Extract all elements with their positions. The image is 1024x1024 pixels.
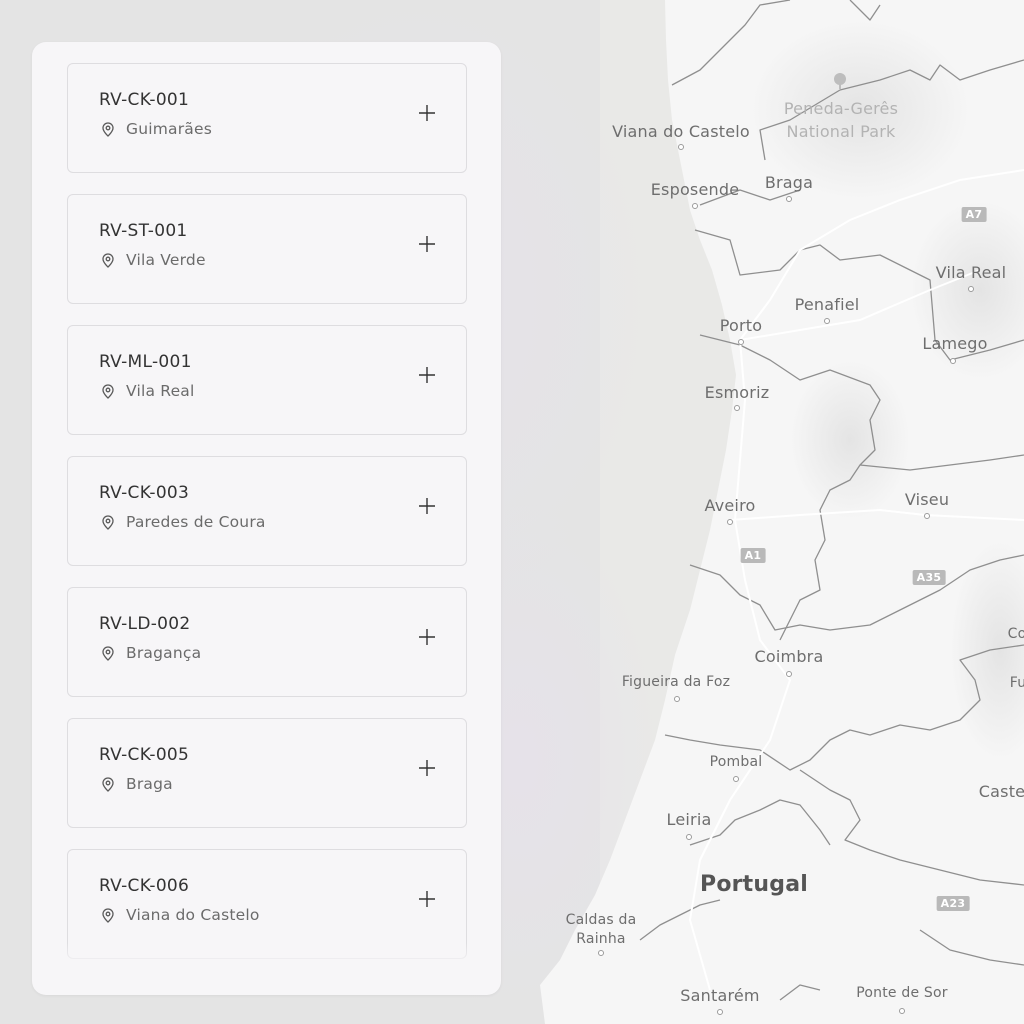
map-pin-icon — [102, 514, 114, 530]
map-label-penafiel: Penafiel — [794, 295, 860, 314]
map-label-caldas-line2: Rainha — [576, 931, 626, 947]
plus-icon[interactable] — [417, 103, 437, 123]
map-label-aveiro: Aveiro — [704, 496, 756, 515]
plus-icon[interactable] — [417, 627, 437, 647]
map-label-country: Portugal — [699, 872, 809, 897]
location-place-row: Vila Real — [102, 382, 195, 400]
city-marker — [733, 776, 739, 782]
location-place: Vila Verde — [126, 251, 206, 269]
locations-panel: RV-CK-001 Guimarães RV-ST-001 Vila Verde… — [32, 42, 501, 995]
location-place: Viana do Castelo — [126, 906, 260, 924]
map-label-co-partial: Co — [1007, 626, 1024, 642]
map-label-viana-do-castelo: Viana do Castelo — [612, 122, 750, 141]
location-place: Braga — [126, 775, 173, 793]
location-card[interactable]: RV-CK-005 Braga — [67, 718, 467, 828]
map-pin-icon — [102, 121, 114, 137]
city-marker — [598, 950, 604, 956]
road-shield-a7: A7 — [961, 207, 987, 222]
tree-icon — [832, 72, 848, 90]
map-label-caldas-line1: Caldas da — [565, 912, 637, 928]
map-label-viseu: Viseu — [904, 490, 950, 509]
city-marker — [786, 196, 792, 202]
map-pin-icon — [102, 776, 114, 792]
city-marker — [738, 339, 744, 345]
location-place: Bragança — [126, 644, 202, 662]
location-card[interactable]: RV-LD-002 Bragança — [67, 587, 467, 697]
city-marker — [717, 1009, 723, 1015]
location-card[interactable]: RV-ST-001 Vila Verde — [67, 194, 467, 304]
road-shield-a35: A35 — [912, 570, 946, 585]
terrain-shade — [790, 360, 910, 520]
map-label-lamego: Lamego — [922, 334, 988, 353]
location-id: RV-ML-001 — [99, 352, 192, 372]
map-view[interactable]: Viana do Castelo Peneda-Gerês National P… — [0, 0, 1024, 1024]
map-label-park-line2: National Park — [786, 122, 896, 141]
map-label-coimbra: Coimbra — [754, 647, 824, 666]
location-place-row: Paredes de Coura — [102, 513, 266, 531]
city-marker — [674, 696, 680, 702]
location-id: RV-CK-005 — [99, 745, 190, 765]
plus-icon[interactable] — [417, 496, 437, 516]
location-id: RV-ST-001 — [99, 221, 188, 241]
plus-icon[interactable] — [417, 234, 437, 254]
plus-icon[interactable] — [417, 365, 437, 385]
location-card[interactable]: RV-CK-006 Viana do Castelo — [67, 849, 467, 959]
map-pin-icon — [102, 252, 114, 268]
map-label-porto: Porto — [719, 316, 763, 335]
locations-list[interactable]: RV-CK-001 Guimarães RV-ST-001 Vila Verde… — [67, 63, 467, 967]
city-marker — [686, 834, 692, 840]
location-place: Guimarães — [126, 120, 213, 138]
city-marker — [899, 1008, 905, 1014]
map-label-leiria: Leiria — [666, 810, 712, 829]
map-label-ponte-de-sor: Ponte de Sor — [856, 985, 948, 1001]
plus-icon[interactable] — [417, 758, 437, 778]
location-place: Paredes de Coura — [126, 513, 266, 531]
location-card[interactable]: RV-CK-003 Paredes de Coura — [67, 456, 467, 566]
location-place-row: Braga — [102, 775, 173, 793]
location-place-row: Vila Verde — [102, 251, 206, 269]
city-marker — [824, 318, 830, 324]
map-label-pombal: Pombal — [709, 754, 763, 770]
map-label-braga: Braga — [764, 173, 814, 192]
map-label-esmoriz: Esmoriz — [704, 383, 770, 402]
road-shield-a23: A23 — [936, 896, 970, 911]
map-pin-icon — [102, 645, 114, 661]
location-id: RV-CK-003 — [99, 483, 190, 503]
location-place: Vila Real — [126, 382, 195, 400]
map-label-caste-partial: Caste — [978, 782, 1024, 801]
location-place-row: Guimarães — [102, 120, 212, 138]
location-id: RV-CK-001 — [99, 90, 190, 110]
location-card[interactable]: RV-CK-001 Guimarães — [67, 63, 467, 173]
map-label-santarem: Santarém — [680, 986, 760, 1005]
city-marker — [968, 286, 974, 292]
city-marker — [786, 671, 792, 677]
location-id: RV-LD-002 — [99, 614, 191, 634]
plus-icon[interactable] — [417, 889, 437, 909]
map-label-fu-partial: Fu — [1009, 675, 1024, 691]
location-place-row: Viana do Castelo — [102, 906, 260, 924]
city-marker — [727, 519, 733, 525]
map-label-esposende: Esposende — [650, 180, 740, 199]
map-pin-icon — [102, 907, 114, 923]
location-card[interactable]: RV-ML-001 Vila Real — [67, 325, 467, 435]
map-pin-icon — [102, 383, 114, 399]
map-label-park-line1: Peneda-Gerês — [783, 99, 899, 118]
city-marker — [734, 405, 740, 411]
city-marker — [950, 358, 956, 364]
map-label-figueira-da-foz: Figueira da Foz — [621, 674, 731, 690]
map-label-vila-real: Vila Real — [935, 263, 1007, 282]
location-place-row: Bragança — [102, 644, 201, 662]
city-marker — [678, 144, 684, 150]
road-shield-a1: A1 — [740, 548, 766, 563]
city-marker — [692, 203, 698, 209]
city-marker — [924, 513, 930, 519]
location-id: RV-CK-006 — [99, 876, 190, 896]
